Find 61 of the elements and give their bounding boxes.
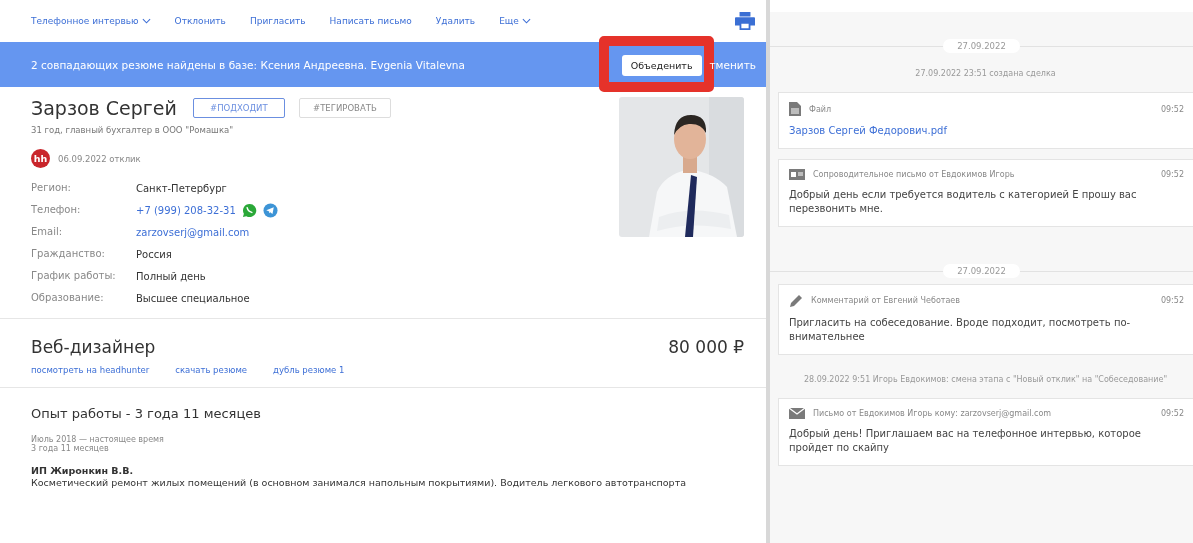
- response-date: 06.09.2022 отклик: [58, 153, 141, 164]
- toolbar-action[interactable]: Отклонить: [174, 16, 226, 26]
- paper-plane-icon[interactable]: [262, 202, 278, 218]
- toolbar-action[interactable]: Телефонное интервью: [31, 16, 151, 26]
- position-title: Веб-дизайнер: [31, 337, 156, 357]
- field-label: Телефон:: [31, 203, 82, 217]
- document-icon: [789, 102, 801, 116]
- toolbar-action[interactable]: Еще: [499, 16, 531, 26]
- field-value: Россия: [136, 248, 172, 260]
- field-value: Санкт-Петербург: [136, 182, 227, 194]
- toolbar-action[interactable]: Пригласить: [249, 16, 306, 26]
- field-link[interactable]: +7 (999) 208-32-31: [136, 204, 236, 216]
- caret-icon: [521, 18, 531, 24]
- field-label: Email:: [31, 225, 64, 239]
- resume-link[interactable]: скачать резюме: [175, 365, 248, 375]
- work-duration: 3 года 11 месяцев: [31, 444, 110, 453]
- resume-link[interactable]: посмотреть на headhunter: [31, 365, 150, 375]
- date-pill: 27.09.2022: [943, 263, 1020, 278]
- toolbar-action[interactable]: Удалить: [435, 16, 476, 26]
- envelope-icon: [789, 407, 805, 419]
- tag-chip[interactable]: #ПОДХОДИТ: [192, 98, 285, 118]
- job-description: Косметический ремонт жилых помещений (в основном занимался напольным покрытиями). Водитель легкового автотранспорта: [31, 477, 687, 488]
- work-period: Июль 2018 — настоящее время: [31, 435, 165, 444]
- card-time: 09:52: [1160, 169, 1184, 179]
- card-text: Добрый день если требуется водитель с категорией Е прошу вас перезвонить мне.: [789, 187, 1138, 216]
- field-value: Полный день: [136, 270, 206, 282]
- timeline-event: 28.09.2022 9:51 Игорь Евдокимов: смена этапа с "Новый отклик" на "Собеседование": [802, 374, 1169, 384]
- company-name: ИП Жиронкин В.В.: [31, 465, 135, 476]
- card-header: Сопроводительное письмо от Евдокимов Игорь: [813, 169, 1015, 179]
- timeline-event: 27.09.2022 23:51 создана сделка: [914, 69, 1057, 78]
- pencil-icon: [789, 293, 803, 308]
- field-label: Гражданство:: [31, 247, 106, 261]
- card-time: 09:52: [1160, 296, 1184, 305]
- card-header: Комментарий от Евгений Чеботаев: [811, 296, 960, 305]
- banner-message: 2 совпадающих резюме найдены в базе: Ксения Андреевна. Evgenia Vitalevna: [31, 58, 465, 71]
- toolbar-action[interactable]: Написать письмо: [329, 16, 412, 26]
- card-text: Пригласить на собеседование. Вроде подходит, посмотреть по-внимательнее: [789, 315, 1132, 344]
- field-value: Высшее специальное: [136, 292, 250, 304]
- card-time: 09:52: [1160, 408, 1184, 418]
- tag-chip[interactable]: #ТЕГИРОВАТЬ: [298, 98, 391, 118]
- field-label: Образование:: [31, 291, 105, 305]
- card-text: Добрый день! Приглашаем вас на телефонное интервью, которое пройдет по скайпу: [789, 426, 1142, 455]
- card-header: Письмо от Евдокимов Игорь кому: zarzovserj@gmail.com: [813, 408, 1052, 418]
- field-label: График работы:: [31, 269, 117, 283]
- field-link[interactable]: zarzovserj@gmail.com: [136, 226, 250, 238]
- card-header: Файл: [809, 104, 832, 114]
- field-label: Регион:: [31, 181, 72, 195]
- salary: 80 000 ₽: [668, 337, 744, 357]
- id-card-icon: [789, 168, 805, 180]
- caret-icon: [141, 18, 151, 24]
- merge-button[interactable]: Объеденить: [621, 54, 702, 76]
- card-time: 09:52: [1160, 104, 1184, 114]
- source-badge: hh: [31, 149, 50, 168]
- file-link[interactable]: Зарзов Сергей Федорович.pdf: [789, 124, 1184, 139]
- print-icon[interactable]: [734, 11, 756, 31]
- chat-bubble-icon[interactable]: [241, 202, 257, 218]
- date-pill: 27.09.2022: [943, 39, 1020, 53]
- resume-link[interactable]: дубль резюме 1: [273, 365, 345, 375]
- candidate-subtitle: 31 год, главный бухгалтер в ООО "Ромашка": [31, 125, 235, 135]
- candidate-name: Зарзов Сергей: [31, 97, 177, 119]
- experience-title: Опыт работы - 3 года 11 месяцев: [31, 406, 262, 421]
